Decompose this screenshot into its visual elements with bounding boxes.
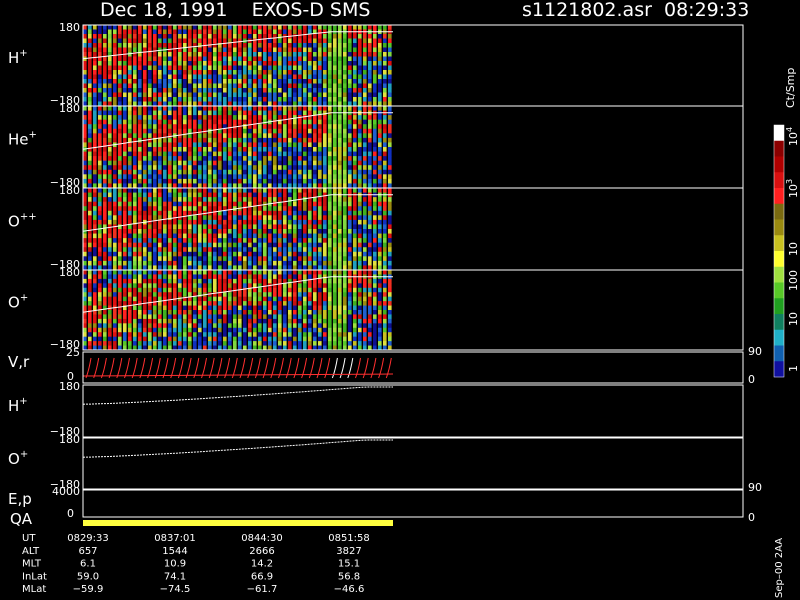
plot-title: Dec 18, 1991 EXOS-D SMS: [100, 0, 370, 21]
stats-value: −46.6: [334, 584, 365, 595]
panel-label-oplus_line: O+: [8, 449, 28, 468]
colorbar-tick: 10: [787, 312, 800, 326]
frame-hplus: [82, 24, 744, 107]
stats-label-mlat: MLat: [22, 584, 46, 595]
colorbar-swatch: [774, 361, 784, 378]
stats-value: 657: [78, 546, 97, 557]
panel-label-heplus: He+: [8, 130, 37, 149]
stats-value: 14.2: [251, 559, 273, 570]
spectrogram-heplus: [82, 106, 393, 189]
stats-value: 0837:01: [154, 533, 196, 544]
frame-ep: [82, 488, 744, 518]
stats-value: 59.0: [77, 571, 99, 582]
colorbar-swatch: [774, 235, 784, 252]
qa-label: QA: [10, 510, 33, 528]
stats-label-inlat: InLat: [22, 571, 47, 582]
ytick-top-oplus: 180: [59, 266, 80, 279]
stats-value: 1544: [162, 546, 187, 557]
stats-value: 15.1: [338, 559, 360, 570]
ytick-top-oplusplus: 180: [59, 184, 80, 197]
vr-traces: [82, 357, 394, 379]
ytick-top-ep: 4000: [52, 485, 80, 498]
stats-value: 56.8: [338, 571, 360, 582]
stats-value: −61.7: [247, 584, 278, 595]
frame-hplus_line: [82, 384, 744, 438]
spectrogram-oplus: [82, 270, 393, 351]
frame-oplusplus: [82, 187, 744, 271]
ytick-top-heplus: 180: [59, 102, 80, 115]
ytick-right-bot-vr: 0: [748, 373, 755, 386]
stats-value: −59.9: [73, 584, 104, 595]
colorbar-swatch: [774, 156, 784, 173]
ytick-top-hplus_line: 180: [59, 380, 80, 393]
colorbar-tick: 10: [787, 242, 800, 256]
trace-hplus_line: [82, 386, 393, 405]
colorbar-swatch: [774, 172, 784, 189]
ytick-top-oplus_line: 180: [59, 433, 80, 446]
spectrogram-oplusplus: [82, 188, 393, 271]
colorbar-swatch: [774, 282, 784, 299]
panel-label-hplus_line: H+: [8, 396, 28, 415]
colorbar-swatch: [774, 266, 784, 283]
colorbar: 104 103 10 100 10 1: [773, 124, 800, 378]
colorbar-tick: 100: [787, 270, 800, 291]
stats-value: 3827: [336, 546, 361, 557]
ytick-right-top-ep: 90: [748, 481, 762, 494]
stats-value: −74.5: [160, 584, 191, 595]
stats-label-mlt: MLT: [22, 559, 42, 570]
colorbar-swatch: [774, 125, 784, 142]
frame-oplus_line: [82, 437, 744, 491]
orbit-stats-table: UT 0829:33 0837:01 0844:30 0851:58 ALT 657 1544…: [22, 533, 370, 595]
spectrogram-hplus: [82, 25, 393, 107]
stats-value: 74.1: [164, 571, 186, 582]
stats-value: 0851:58: [328, 533, 370, 544]
exos-d-sms-plot: H+180−180He+180−180O++180−180O+180−180V,…: [8, 0, 800, 598]
spectrogram-panels: [82, 25, 394, 458]
stats-label-ut: UT: [22, 533, 36, 544]
stats-value: 66.9: [251, 571, 273, 582]
ytick-right-top-vr: 90: [748, 345, 762, 358]
panel-label-oplusplus: O++: [8, 212, 37, 231]
colorbar-swatch: [774, 203, 784, 220]
colorbar-swatch: [774, 329, 784, 346]
colorbar-tick: 104: [785, 127, 800, 146]
ytick-right-bot-ep: 0: [748, 511, 755, 524]
ytick-top-hplus: 180: [59, 21, 80, 34]
stats-label-alt: ALT: [22, 546, 40, 557]
colorbar-tick: 1: [787, 365, 800, 372]
colorbar-swatch: [774, 188, 784, 205]
frame-oplus: [82, 269, 744, 351]
footer-code: Sep–00 2AA: [774, 538, 785, 598]
panel-frames: [82, 24, 744, 518]
panel-label-vr: V,r: [8, 353, 30, 371]
frame-heplus: [82, 105, 744, 189]
colorbar-swatch: [774, 298, 784, 315]
colorbar-swatch: [774, 314, 784, 331]
stats-value: 2666: [249, 546, 274, 557]
stats-value: 0829:33: [67, 533, 109, 544]
file-and-time: s1121802.asr 08:29:33: [522, 0, 749, 21]
panel-label-hplus: H+: [8, 48, 28, 67]
ytick-top-vr: 25: [66, 346, 80, 359]
stats-value: 6.1: [80, 559, 96, 570]
colorbar-swatch: [774, 345, 784, 362]
panel-label-oplus: O+: [8, 293, 28, 312]
stats-value: 10.9: [164, 559, 186, 570]
qa-bar: [83, 520, 393, 526]
colorbar-unit: Ct/Smp: [784, 68, 797, 108]
colorbar-tick: 103: [785, 179, 800, 198]
ytick-bot-ep: 0: [67, 507, 74, 520]
stats-value: 0844:30: [241, 533, 283, 544]
colorbar-swatch: [774, 219, 784, 236]
colorbar-swatch: [774, 251, 784, 268]
colorbar-swatch: [774, 140, 784, 157]
trace-oplus_line: [82, 439, 393, 458]
panel-label-ep: E,p: [8, 490, 32, 508]
